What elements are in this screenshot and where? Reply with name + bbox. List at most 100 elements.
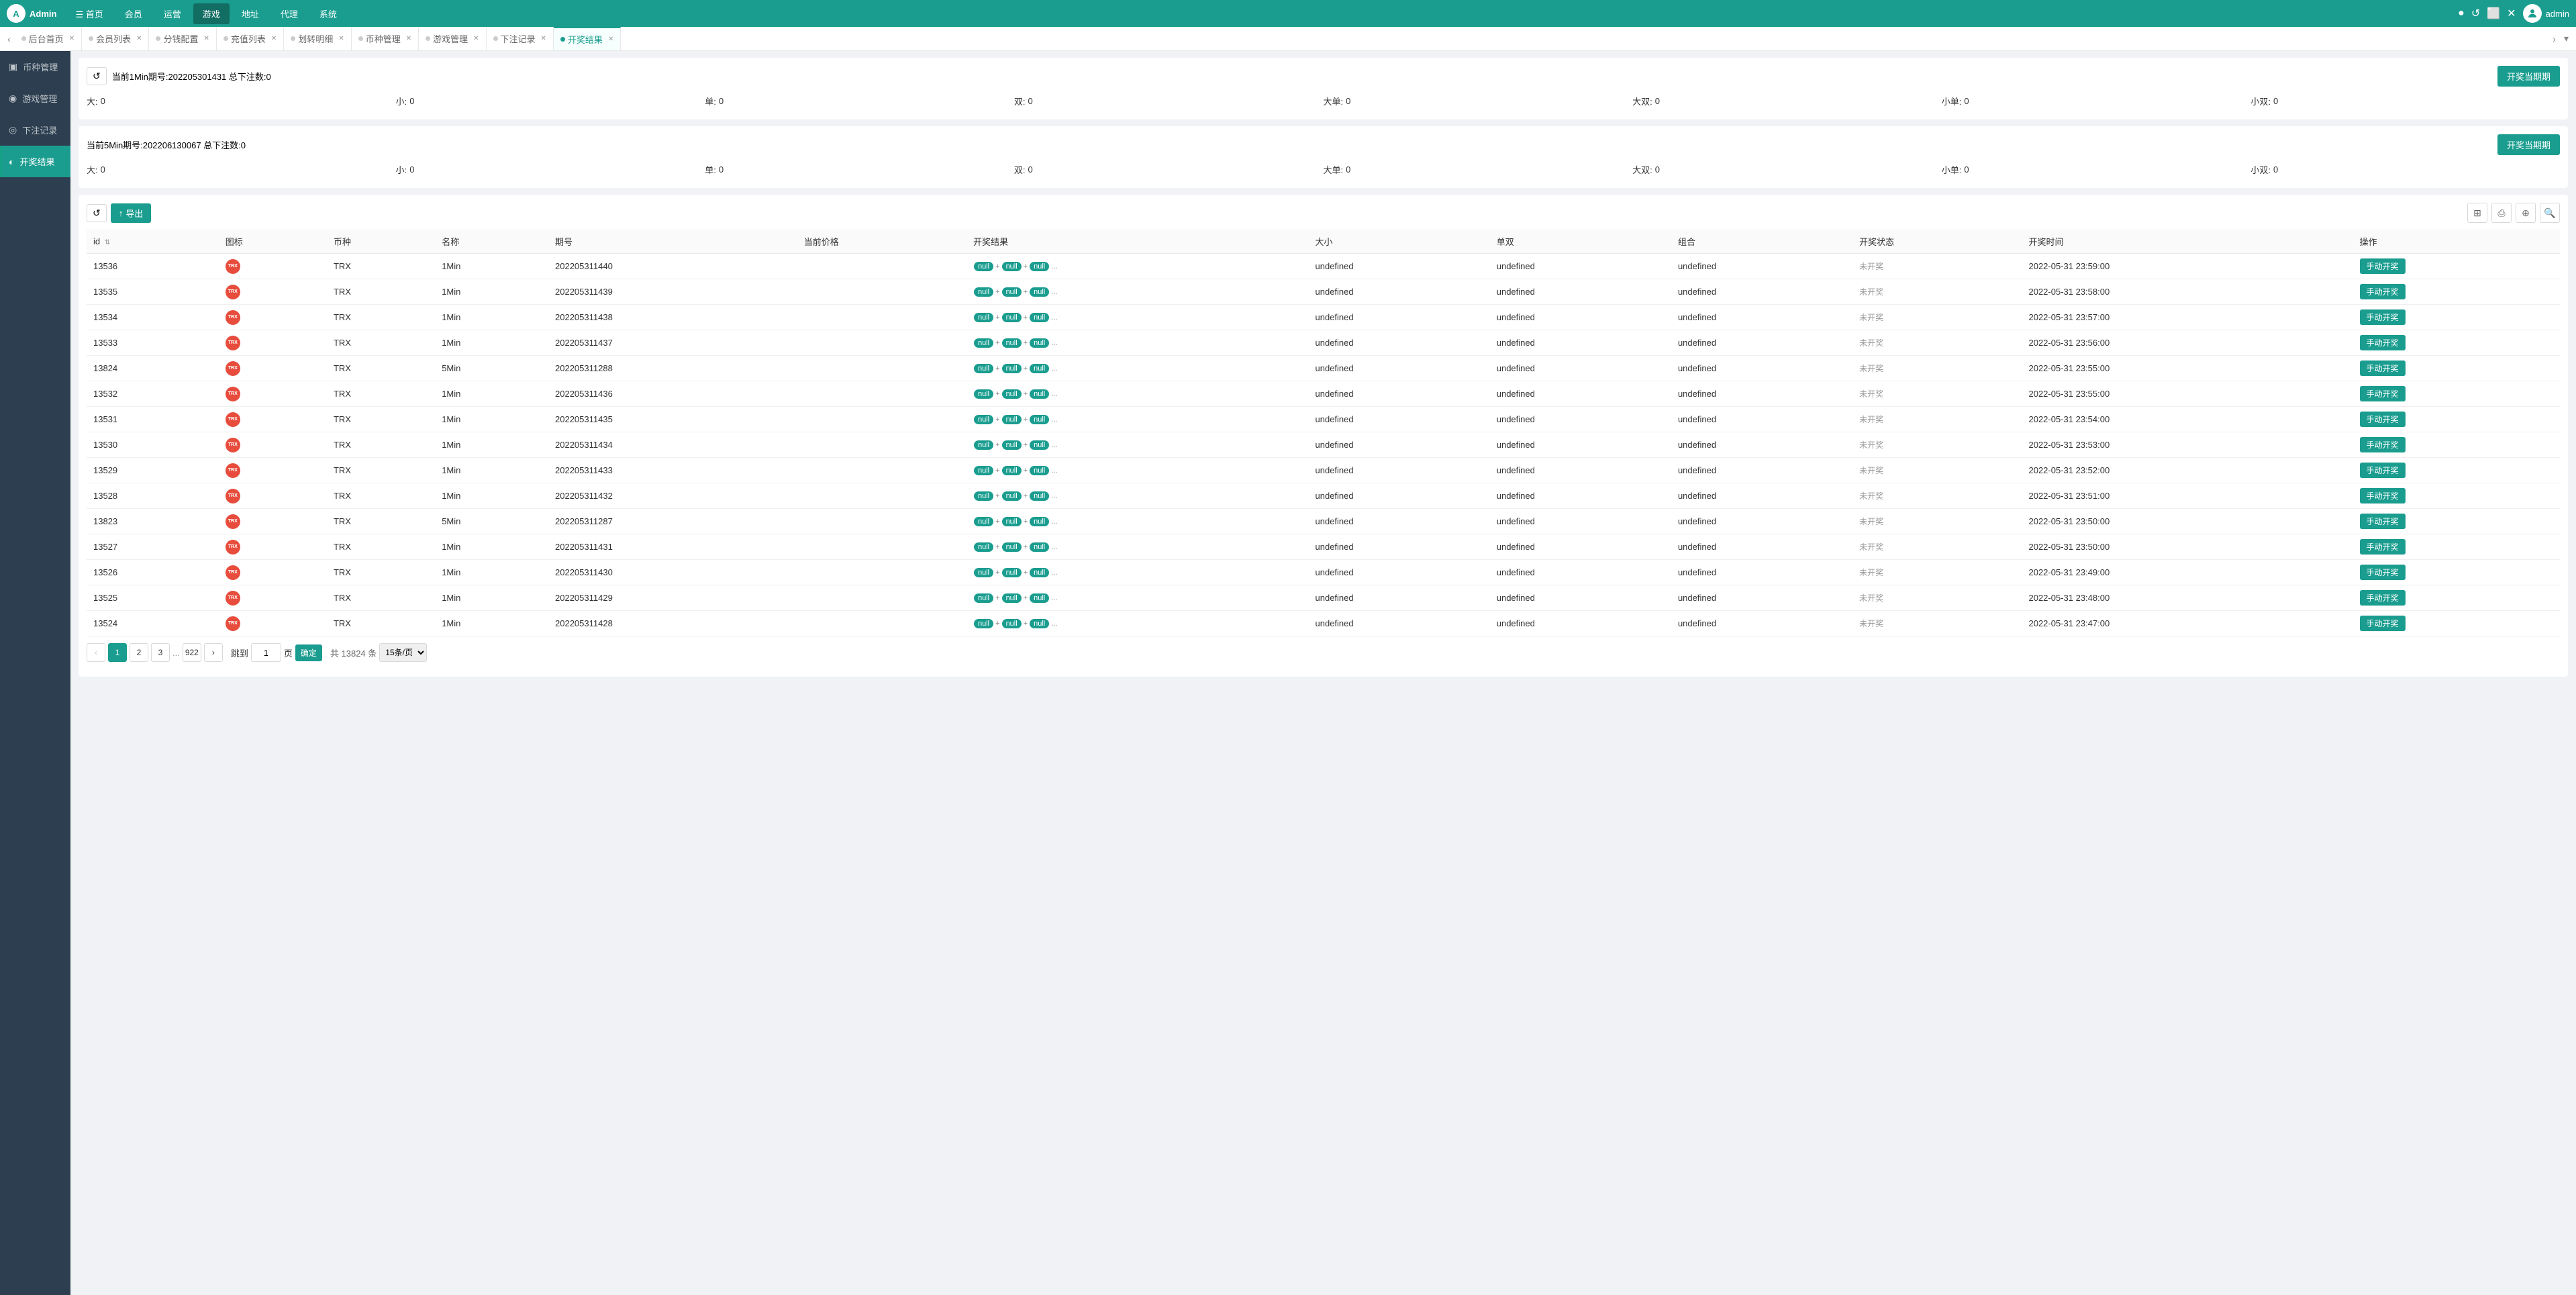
sidebar-item-game[interactable]: ◉ 游戏管理 — [0, 83, 70, 114]
status-icon[interactable]: ● — [2458, 7, 2465, 19]
col-settings-btn[interactable]: ⊞ — [2467, 203, 2487, 223]
prev-page-btn[interactable]: ‹ — [87, 643, 105, 662]
cell-currency: TRX — [327, 585, 435, 611]
page-3-btn[interactable]: 3 — [151, 643, 170, 662]
cell-name: 1Min — [435, 305, 548, 330]
status-badge: 未开奖 — [1859, 466, 1883, 475]
tab-members[interactable]: 会员列表 ✕ — [82, 27, 149, 51]
open-5min-btn[interactable]: 开奖当期期 — [2497, 134, 2560, 155]
manual-open-btn[interactable]: 手动开奖 — [2360, 514, 2406, 529]
tab-close-icon[interactable]: ✕ — [69, 35, 75, 42]
nav-operations[interactable]: 运营 — [154, 3, 191, 24]
cell-combo: undefined — [1671, 585, 1852, 611]
tab-bet-records[interactable]: 下注记录 ✕ — [487, 27, 554, 51]
sidebar-item-bet[interactable]: ◎ 下注记录 — [0, 114, 70, 146]
manual-open-btn[interactable]: 手动开奖 — [2360, 590, 2406, 606]
manual-open-btn[interactable]: 手动开奖 — [2360, 488, 2406, 503]
nav-game[interactable]: 游戏 — [193, 3, 230, 24]
window-icon[interactable]: ⬜ — [2487, 7, 2500, 20]
result-more: ... — [1051, 365, 1057, 373]
manual-open-btn[interactable]: 手动开奖 — [2360, 539, 2406, 555]
cell-id: 13524 — [87, 611, 219, 636]
tab-distribution[interactable]: 分钱配置 ✕ — [149, 27, 216, 51]
manual-open-btn[interactable]: 手动开奖 — [2360, 437, 2406, 452]
print-btn[interactable]: ⎙ — [2491, 203, 2512, 223]
status-badge: 未开奖 — [1859, 313, 1883, 322]
manual-open-btn[interactable]: 手动开奖 — [2360, 284, 2406, 299]
manual-open-btn[interactable]: 手动开奖 — [2360, 258, 2406, 274]
cell-result: null + null + null ... — [967, 254, 1309, 279]
page-922-btn[interactable]: 922 — [183, 643, 201, 662]
tab-recharge[interactable]: 充值列表 ✕ — [217, 27, 284, 51]
refresh-icon[interactable]: ↺ — [2471, 7, 2480, 20]
stat-small-odd: 小单:0 — [1942, 95, 2251, 107]
tab-close-icon[interactable]: ✕ — [406, 35, 411, 42]
fullscreen-btn[interactable]: ⊕ — [2516, 203, 2536, 223]
manual-open-btn[interactable]: 手动开奖 — [2360, 335, 2406, 350]
page-2-btn[interactable]: 2 — [130, 643, 148, 662]
tab-transfer-label: 划转明细 — [298, 32, 333, 45]
tab-bet-records-label: 下注记录 — [501, 32, 536, 45]
manual-open-btn[interactable]: 手动开奖 — [2360, 565, 2406, 580]
tab-game-mgmt[interactable]: 游戏管理 ✕ — [419, 27, 486, 51]
coin-icon: TRX — [226, 514, 240, 529]
nav-system[interactable]: 系统 — [310, 3, 346, 24]
close-icon[interactable]: ✕ — [2507, 7, 2516, 20]
nav-members[interactable]: 会员 — [115, 3, 152, 24]
page-1-btn[interactable]: 1 — [108, 643, 127, 662]
result-badge: null — [974, 313, 993, 322]
stat-5-small-odd: 小单:0 — [1942, 163, 2251, 176]
cell-id: 13536 — [87, 254, 219, 279]
manual-open-btn[interactable]: 手动开奖 — [2360, 309, 2406, 325]
cell-result: null + null + null ... — [967, 432, 1309, 458]
tab-transfer[interactable]: 划转明细 ✕ — [284, 27, 351, 51]
cell-icon: TRX — [219, 381, 327, 407]
manual-open-btn[interactable]: 手动开奖 — [2360, 412, 2406, 427]
tab-currency[interactable]: 币种管理 ✕ — [352, 27, 419, 51]
result-more: ... — [1051, 339, 1057, 347]
export-btn[interactable]: ↑ 导出 — [111, 203, 152, 223]
page-jump-input[interactable] — [251, 643, 281, 662]
tab-backend-home[interactable]: 后台首页 ✕ — [15, 27, 82, 51]
user-info[interactable]: admin — [2523, 4, 2569, 23]
cell-status: 未开奖 — [1852, 509, 2022, 534]
cell-time: 2022-05-31 23:53:00 — [2022, 432, 2352, 458]
page-confirm-btn[interactable]: 确定 — [295, 644, 322, 661]
tab-close-icon[interactable]: ✕ — [204, 35, 209, 42]
cell-status: 未开奖 — [1852, 585, 2022, 611]
search-btn[interactable]: 🔍 — [2540, 203, 2560, 223]
next-page-btn[interactable]: › — [204, 643, 223, 662]
total-info: 共 13824 条 — [330, 646, 377, 659]
tab-close-icon[interactable]: ✕ — [271, 35, 277, 42]
tab-close-icon[interactable]: ✕ — [136, 35, 142, 42]
tab-next-btn[interactable]: › — [2548, 34, 2560, 44]
cell-currency: TRX — [327, 534, 435, 560]
manual-open-btn[interactable]: 手动开奖 — [2360, 386, 2406, 401]
manual-open-btn[interactable]: 手动开奖 — [2360, 616, 2406, 631]
nav-agent[interactable]: 代理 — [271, 3, 307, 24]
cell-status: 未开奖 — [1852, 560, 2022, 585]
cell-price — [797, 509, 967, 534]
tab-close-icon[interactable]: ✕ — [608, 36, 613, 43]
tab-prev-btn[interactable]: ‹ — [3, 34, 15, 44]
manual-open-btn[interactable]: 手动开奖 — [2360, 361, 2406, 376]
manual-open-btn[interactable]: 手动开奖 — [2360, 463, 2406, 478]
nav-address[interactable]: 地址 — [232, 3, 268, 24]
tab-dropdown-btn[interactable]: ▾ — [2560, 33, 2573, 44]
result-more: ... — [1051, 492, 1057, 500]
tab-lottery-results[interactable]: 开奖结果 ✕ — [554, 27, 621, 51]
sidebar-item-currency[interactable]: ▣ 币种管理 — [0, 51, 70, 83]
period-1min-refresh[interactable]: ↺ — [87, 67, 107, 85]
tab-backend-home-label: 后台首页 — [29, 32, 64, 45]
tab-close-icon[interactable]: ✕ — [541, 35, 546, 42]
table-refresh-btn[interactable]: ↺ — [87, 204, 107, 222]
cell-status: 未开奖 — [1852, 483, 2022, 509]
tab-close-icon[interactable]: ✕ — [338, 35, 344, 42]
nav-home[interactable]: ☰ 首页 — [66, 3, 112, 24]
open-1min-btn[interactable]: 开奖当期期 — [2497, 66, 2560, 87]
tab-close-icon[interactable]: ✕ — [473, 35, 479, 42]
cell-size: undefined — [1309, 330, 1490, 356]
cell-result: null + null + null ... — [967, 534, 1309, 560]
page-size-select[interactable]: 15条/页 20条/页 30条/页 50条/页 — [379, 643, 427, 662]
sidebar-item-lottery[interactable]: ◐ 开奖结果 — [0, 146, 70, 177]
